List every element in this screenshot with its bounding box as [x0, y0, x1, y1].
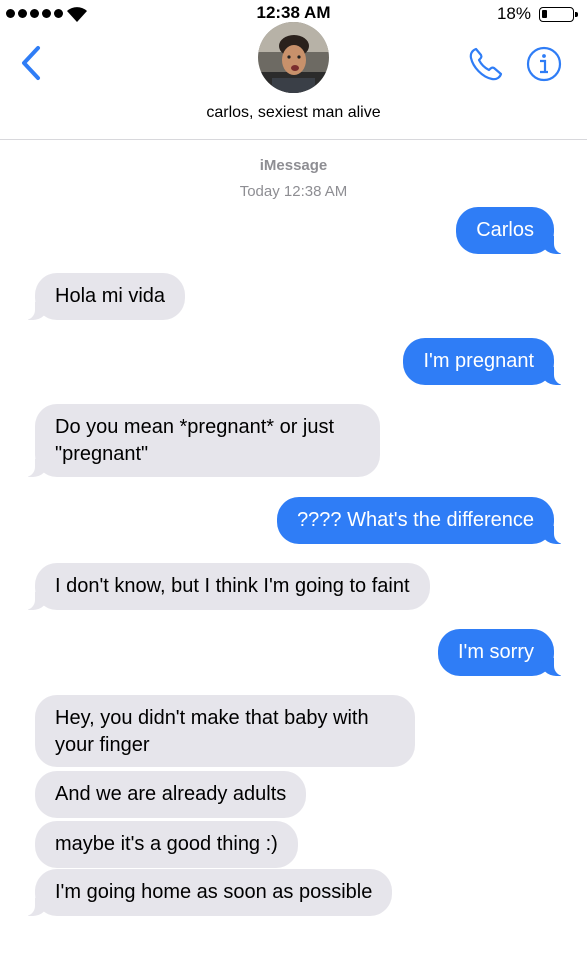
thread-timestamp: Today 12:38 AM — [239, 183, 348, 200]
message-bubble-incoming[interactable]: I'm going home as soon as possible — [8, 869, 393, 916]
message-text: I'm sorry — [457, 641, 534, 663]
message-bubble-outgoing[interactable]: Carlos — [456, 207, 580, 254]
message-bubble-incoming[interactable]: Do you mean *pregnant* or just "pregnant… — [9, 404, 380, 477]
message-bubble-incoming[interactable]: And we are already adults — [35, 771, 307, 818]
message-bubble-outgoing[interactable]: ???? What's the difference — [277, 497, 580, 544]
phone-icon[interactable] — [467, 45, 505, 83]
message-bubble-outgoing[interactable]: I'm sorry — [437, 629, 581, 676]
message-text: Do you mean *pregnant* or just "pregnant… — [55, 416, 335, 465]
message-text: Carlos — [476, 219, 534, 241]
message-bubble-incoming[interactable]: Hey, you didn't make that baby with your… — [35, 695, 415, 767]
message-text: Hola mi vida — [55, 285, 166, 307]
service-label: iMessage — [259, 157, 328, 174]
avatar[interactable] — [258, 22, 329, 93]
contact-name[interactable]: carlos, sexiest man alive — [0, 104, 587, 122]
message-text: I don't know, but I think I'm going to f… — [55, 575, 410, 597]
info-icon[interactable] — [526, 46, 562, 82]
back-chevron-icon[interactable] — [16, 44, 46, 82]
message-text: ???? What's the difference — [297, 509, 534, 531]
message-bubble-outgoing[interactable]: I'm pregnant — [403, 338, 580, 385]
message-text: Hey, you didn't make that baby with your… — [55, 707, 369, 756]
message-text: I'm going home as soon as possible — [55, 881, 373, 903]
conversation-header: carlos, sexiest man alive — [0, 0, 587, 140]
message-bubble-incoming[interactable]: maybe it's a good thing :) — [35, 821, 298, 868]
message-text: And we are already adults — [55, 783, 287, 805]
message-bubble-incoming[interactable]: I don't know, but I think I'm going to f… — [9, 563, 430, 610]
message-text: maybe it's a good thing :) — [55, 833, 278, 855]
message-bubble-incoming[interactable]: Hola mi vida — [8, 273, 186, 320]
message-text: I'm pregnant — [423, 350, 534, 372]
